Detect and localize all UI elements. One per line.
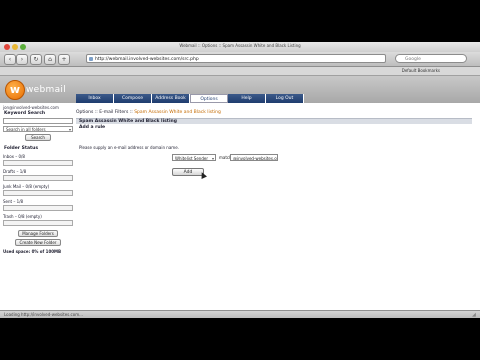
sidebar: Keyword Search Search in all folders ▾ S… [3, 111, 73, 254]
keyword-search-title: Keyword Search [4, 111, 46, 116]
section-title: Add a rule [79, 125, 106, 130]
reload-icon[interactable]: ↻ [30, 54, 42, 65]
user-email: jon@involved-websites.com [3, 105, 59, 110]
folder-trash[interactable]: Trash – 0/8 (empty) [3, 214, 73, 219]
add-bookmark-icon[interactable]: + [58, 54, 70, 65]
url-bar[interactable]: http://webmail.involved-websites.com/src… [86, 54, 386, 63]
bookmarks-bar: Default Bookmarks [0, 67, 480, 76]
url-text: http://webmail.involved-websites.com/src… [95, 57, 199, 62]
folder-junk[interactable]: Junk Mail – 0/8 (empty) [3, 184, 73, 189]
folder-junk-bar [3, 190, 73, 196]
window-title: Webmail :: Options :: Spam Assassin Whit… [179, 43, 301, 48]
tab-log-out[interactable]: Log Out [266, 94, 304, 103]
tab-inbox[interactable]: Inbox [76, 94, 114, 103]
webmail-logo-icon: w [5, 80, 25, 100]
status-bar: Loading http://involved-websites.com... … [0, 310, 480, 318]
web-search-input[interactable]: Google [395, 54, 467, 63]
create-folder-button[interactable]: Create New Folder [15, 239, 61, 246]
tab-compose[interactable]: Compose [114, 94, 152, 103]
tab-options[interactable]: Options [190, 94, 228, 103]
window-titlebar: Webmail :: Options :: Spam Assassin Whit… [0, 42, 480, 52]
tab-address-book[interactable]: Address Book [152, 94, 190, 103]
rule-type-select[interactable]: Whitelist Sender ▾ [172, 154, 216, 161]
quota-text: Used space: 0% of 100MB [3, 249, 62, 254]
chevron-down-icon: ▾ [211, 156, 214, 161]
search-scope-value: Search in all folders [6, 127, 46, 132]
breadcrumb-path[interactable]: Options :: E-mail Filters :: [76, 110, 134, 115]
site-favicon-icon [89, 57, 93, 61]
chevron-down-icon: ▾ [68, 127, 71, 132]
breadcrumb-current: Spam Assassin White and Black listing [134, 110, 221, 115]
match-input[interactable]: @involved-websites.com [230, 154, 278, 161]
web-search-placeholder: Google [405, 57, 421, 62]
folder-sent-bar [3, 205, 73, 211]
folder-drafts-bar [3, 175, 73, 181]
forward-icon[interactable]: › [16, 54, 28, 65]
instruction-text: Please supply an e-mail address or domai… [79, 145, 179, 150]
home-icon[interactable]: ⌂ [44, 54, 56, 65]
folder-inbox[interactable]: Inbox – 0/8 [3, 154, 73, 159]
status-text: Loading http://involved-websites.com... [4, 312, 83, 317]
manage-folders-button[interactable]: Manage Folders [18, 230, 58, 237]
tab-help[interactable]: Help [228, 94, 266, 103]
browser-toolbar: ‹ › ↻ ⌂ + http://webmail.involved-websit… [0, 52, 480, 67]
breadcrumb: Options :: E-mail Filters :: Spam Assass… [76, 110, 221, 115]
folder-trash-bar [3, 220, 73, 226]
bookmark-default[interactable]: Default Bookmarks [402, 68, 440, 73]
folder-drafts[interactable]: Drafts – 1/8 [3, 169, 73, 174]
search-scope-select[interactable]: Search in all folders ▾ [3, 126, 73, 132]
resize-grip-icon[interactable]: ◢ [472, 312, 478, 318]
back-icon[interactable]: ‹ [4, 54, 16, 65]
mouse-cursor-icon [199, 171, 207, 179]
folder-status-title: Folder Status [4, 146, 39, 151]
search-button[interactable]: Search [25, 134, 51, 141]
logo-text: webmail [26, 85, 66, 95]
rule-type-value: Whitelist Sender [175, 156, 208, 161]
keyword-search-input[interactable] [3, 118, 73, 124]
folder-sent[interactable]: Sent – 1/8 [3, 199, 73, 204]
panel-title: Spam Assassin White and Black listing [76, 118, 472, 124]
folder-inbox-bar [3, 160, 73, 166]
browser-window: Webmail :: Options :: Spam Assassin Whit… [0, 42, 480, 318]
